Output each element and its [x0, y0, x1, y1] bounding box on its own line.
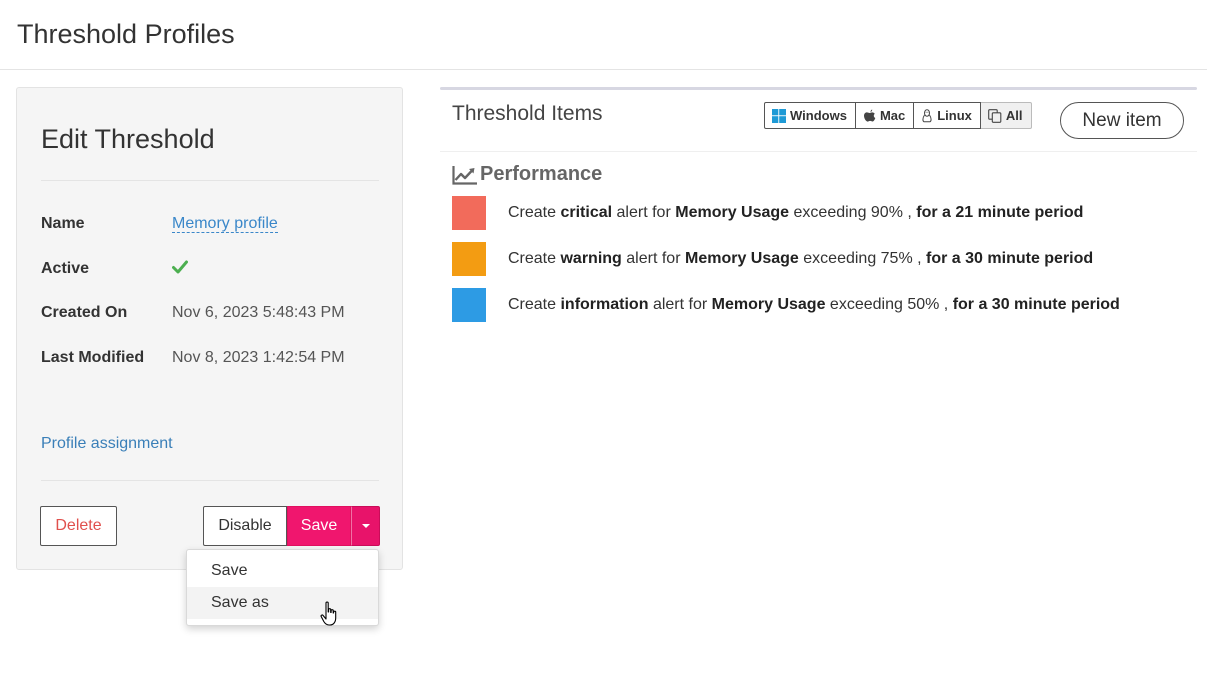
rule-exceed: exceeding 90% , — [793, 204, 912, 221]
rule-text: Create critical alert for Memory Usage e… — [508, 204, 1083, 222]
rule-mid: alert for — [616, 204, 671, 221]
name-editable-link[interactable]: Memory profile — [172, 215, 278, 233]
rule-prefix: Create — [508, 204, 557, 221]
rule-exceed: exceeding 75% , — [803, 250, 922, 267]
created-value: Nov 6, 2023 5:48:43 PM — [172, 304, 345, 321]
line-chart-icon — [452, 165, 477, 185]
windows-icon — [772, 108, 786, 123]
rule-mid: alert for — [652, 296, 708, 313]
save-dropdown-toggle[interactable] — [351, 506, 380, 546]
rule-metric: Memory Usage — [675, 204, 790, 221]
rule-period: for a 30 minute period — [952, 296, 1120, 313]
edit-threshold-panel: Edit Threshold Name Memory profile Activ… — [16, 87, 403, 570]
divider — [41, 180, 379, 181]
divider — [440, 151, 1197, 152]
active-label: Active — [41, 260, 90, 277]
save-button[interactable]: Save — [287, 506, 351, 546]
rule-text: Create information alert for Memory Usag… — [508, 296, 1120, 314]
os-filter-linux[interactable]: Linux — [914, 102, 981, 129]
severity-color-swatch — [452, 196, 486, 230]
modified-value: Nov 8, 2023 1:42:54 PM — [172, 349, 345, 366]
threshold-items-panel: Threshold Items Windows Mac Linux All Ne… — [440, 87, 1197, 337]
os-filter-label: All — [1005, 108, 1023, 123]
page-title: Threshold Profiles — [17, 19, 235, 49]
disable-button[interactable]: Disable — [203, 506, 287, 546]
threshold-rule-row[interactable]: Create critical alert for Memory Usage e… — [452, 196, 1083, 230]
check-icon — [172, 260, 188, 274]
severity-color-swatch — [452, 242, 486, 276]
delete-button[interactable]: Delete — [40, 506, 117, 546]
new-item-button[interactable]: New item — [1060, 102, 1184, 139]
os-filter-group: Windows Mac Linux All — [764, 102, 1032, 129]
rule-text: Create warning alert for Memory Usage ex… — [508, 250, 1093, 268]
panel-title: Edit Threshold — [41, 124, 215, 154]
dropdown-item-save-as[interactable]: Save as — [187, 587, 378, 619]
rule-prefix: Create — [508, 250, 557, 267]
page-header: Threshold Profiles — [0, 0, 1207, 70]
rule-period: for a 30 minute period — [926, 250, 1094, 267]
threshold-rule-row[interactable]: Create warning alert for Memory Usage ex… — [452, 242, 1093, 276]
name-value-wrap: Memory profile — [172, 215, 278, 233]
os-filter-label: Windows — [790, 108, 847, 123]
divider — [41, 480, 379, 481]
profile-assignment-link[interactable]: Profile assignment — [41, 435, 173, 453]
rule-mid: alert for — [626, 250, 681, 267]
section-heading-performance: Performance — [452, 163, 602, 186]
rule-metric: Memory Usage — [711, 296, 826, 313]
copy-icon — [988, 108, 1002, 123]
modified-label: Last Modified — [41, 349, 145, 366]
save-dropdown-menu: Save Save as — [186, 549, 379, 626]
panel-top-border — [440, 87, 1197, 90]
rule-metric: Memory Usage — [684, 250, 799, 267]
threshold-rule-row[interactable]: Create information alert for Memory Usag… — [452, 288, 1120, 322]
os-filter-windows[interactable]: Windows — [764, 102, 856, 129]
os-filter-label: Linux — [937, 108, 972, 123]
hand-cursor-icon — [320, 601, 337, 626]
rule-severity: information — [560, 296, 649, 313]
rule-exceed: exceeding 50% , — [829, 296, 949, 313]
os-filter-label: Mac — [879, 108, 906, 123]
name-label: Name — [41, 215, 85, 232]
rule-prefix: Create — [508, 296, 557, 313]
apple-icon — [863, 109, 876, 122]
severity-color-swatch — [452, 288, 486, 322]
section-title: Performance — [480, 163, 603, 185]
rule-severity: warning — [560, 250, 622, 267]
dropdown-item-save[interactable]: Save — [187, 555, 378, 587]
caret-down-icon — [361, 524, 370, 528]
created-label: Created On — [41, 304, 128, 321]
os-filter-all[interactable]: All — [980, 102, 1032, 129]
rule-severity: critical — [560, 204, 613, 221]
items-title: Threshold Items — [452, 102, 603, 125]
rule-period: for a 21 minute period — [916, 204, 1084, 221]
os-filter-mac[interactable]: Mac — [855, 102, 915, 129]
linux-tux-icon — [922, 108, 932, 122]
